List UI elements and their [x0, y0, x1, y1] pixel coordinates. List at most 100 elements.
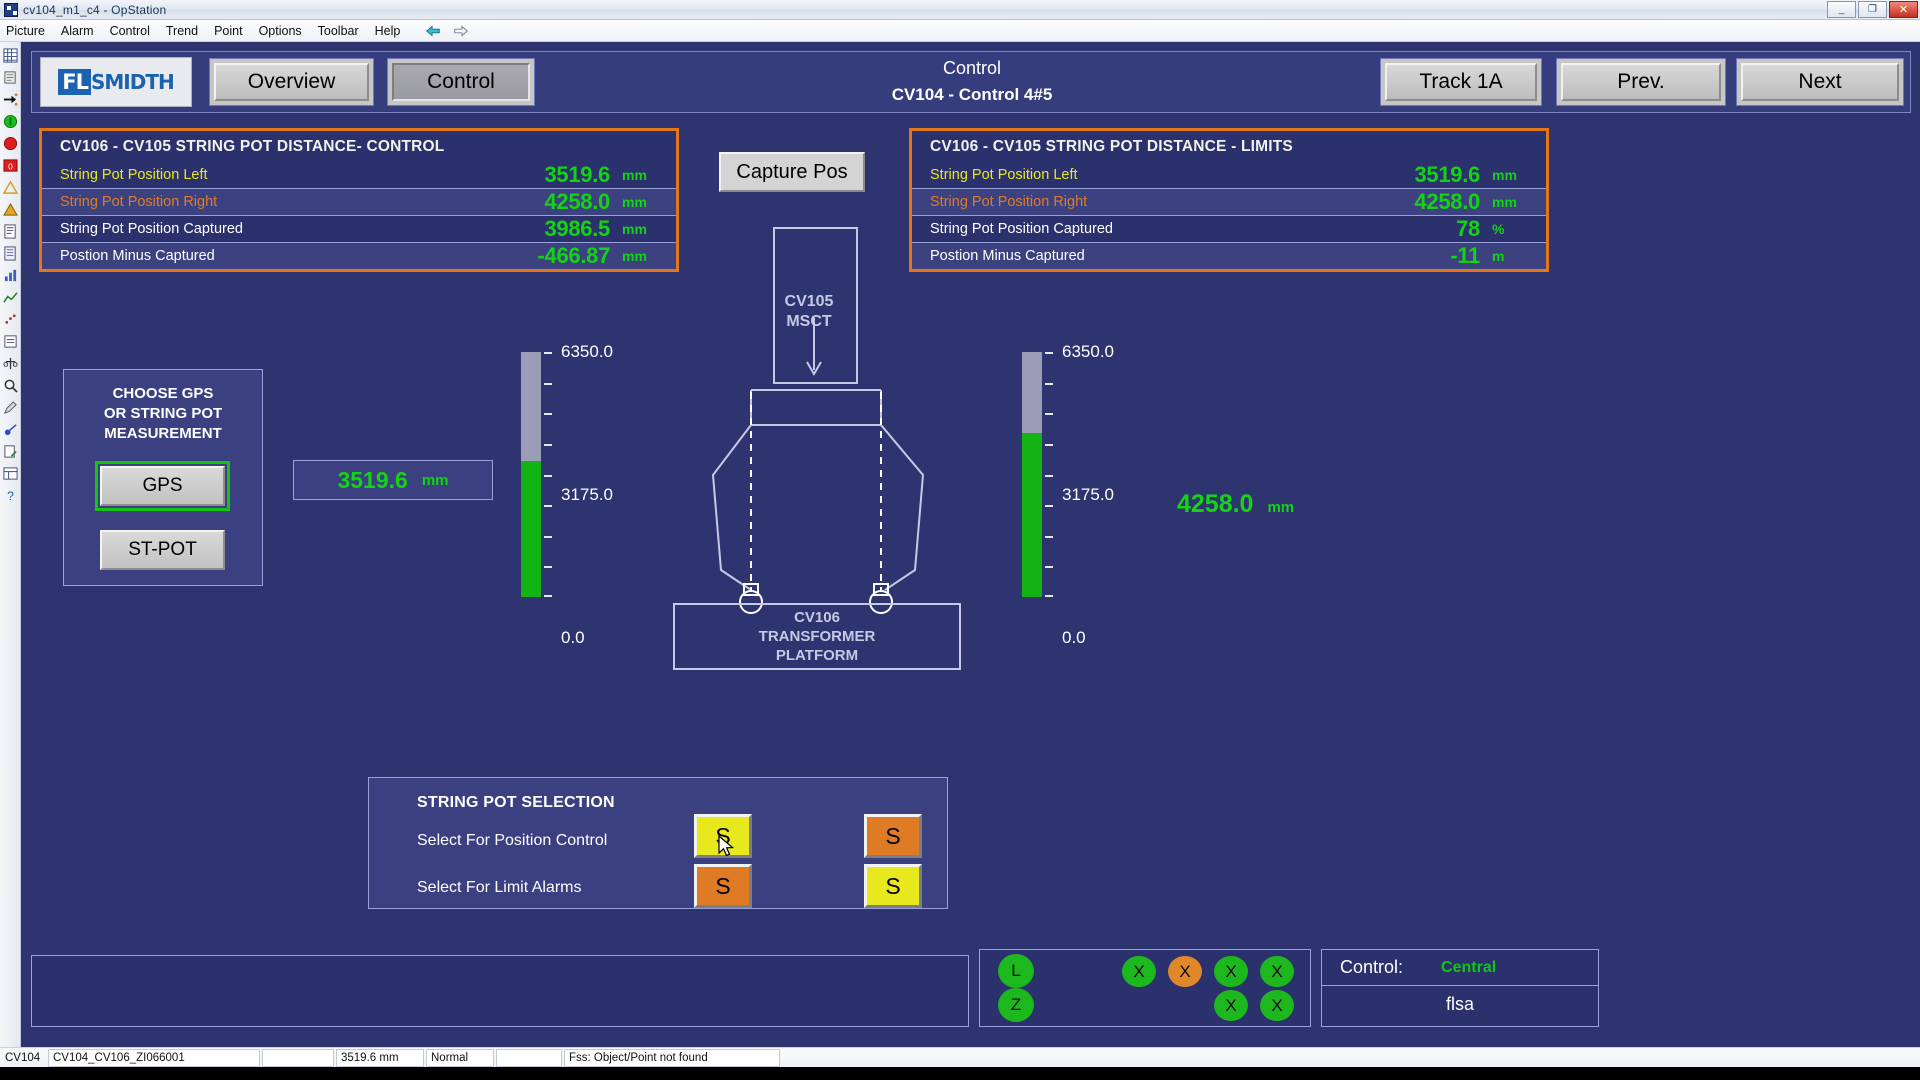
limit-alarms-left-select-button[interactable]: S [694, 864, 752, 908]
mouse-cursor-icon [718, 835, 735, 857]
indicator-Z[interactable]: Z [998, 988, 1034, 1022]
sbtn-label: S [715, 872, 731, 899]
status-blank-2 [496, 1048, 562, 1067]
left-position-readout: 3519.6 mm [293, 460, 493, 500]
hmi-header: FL SMIDTH Overview Control Control CV104… [31, 51, 1911, 113]
document-icon[interactable] [3, 70, 18, 85]
menu-item-toolbar[interactable]: Toolbar [318, 24, 359, 38]
right-readout-value: 4258.0 [1177, 490, 1254, 518]
back-arrow-icon[interactable] [424, 24, 442, 38]
prev-button[interactable]: Prev. [1556, 58, 1726, 106]
row-label: String Pot Position Captured [60, 221, 243, 237]
sbtn-label: S [885, 822, 901, 849]
status-area: CV104 [5, 1051, 41, 1064]
status-value: 3519.6 mm [336, 1048, 424, 1067]
forward-arrow-icon[interactable] [452, 24, 470, 38]
close-button[interactable]: ✕ [1889, 1, 1918, 18]
chart-scatter-icon[interactable] [3, 312, 18, 327]
status-indicators-panel: L Z X X X X X X [979, 949, 1311, 1027]
next-button[interactable]: Next [1736, 58, 1904, 106]
indicator-x-4[interactable]: X [1260, 956, 1294, 987]
control-mode-value: Central [1441, 958, 1497, 976]
balance-icon[interactable] [2, 356, 18, 371]
indicator-x-1[interactable]: X [1122, 956, 1156, 987]
row-label: Postion Minus Captured [60, 248, 215, 264]
indicator-x-3[interactable]: X [1214, 956, 1248, 987]
menu-item-point[interactable]: Point [214, 24, 243, 38]
limits-panel-title: CV106 - CV105 STRING POT DISTANCE - LIMI… [930, 138, 1293, 155]
measurement-panel-title: CHOOSE GPS OR STRING POT MEASUREMENT [64, 370, 262, 444]
indicator-x-6-label: X [1271, 995, 1283, 1015]
next-label: Next [1798, 70, 1842, 93]
right-position-readout: 4258.0 mm [1177, 490, 1294, 519]
edit-note-icon[interactable] [3, 444, 18, 459]
row-label: String Pot Position Left [60, 166, 208, 183]
left-gauge-min-label: 0.0 [561, 628, 585, 647]
capture-pos-button[interactable]: Capture Pos [719, 152, 865, 192]
mcst-label-line1: CV105 [784, 293, 834, 310]
right-gauge-ticks [1042, 352, 1053, 597]
alarm-critical-icon[interactable] [2, 202, 18, 217]
left-gauge-mid-label: 3175.0 [561, 485, 613, 504]
report-icon[interactable] [3, 224, 18, 239]
right-gauge-mid-label: 3175.0 [1062, 485, 1114, 504]
track-1a-button[interactable]: Track 1A [1380, 58, 1542, 106]
string-pot-selection-panel: STRING POT SELECTION Select For Position… [368, 777, 948, 909]
indicator-L[interactable]: L [998, 954, 1034, 988]
window-titlebar: cv104_m1_c4 - OpStation _ ❐ ✕ [0, 0, 1920, 20]
log-icon[interactable] [3, 246, 18, 261]
search-icon[interactable] [3, 378, 18, 393]
chart-bar-icon[interactable] [3, 268, 18, 283]
maximize-button[interactable]: ❐ [1858, 1, 1887, 18]
menu-item-help[interactable]: Help [375, 24, 401, 38]
minimize-button[interactable]: _ [1827, 1, 1856, 18]
mcst-label-line2: MSCT [786, 313, 832, 330]
svg-text:0: 0 [8, 161, 13, 171]
menu-item-control[interactable]: Control [110, 24, 150, 38]
svg-text:?: ? [7, 489, 14, 503]
menu-item-trend[interactable]: Trend [166, 24, 198, 38]
mcst-label: CV105 MSCT [774, 292, 844, 332]
trend-arrow-icon[interactable] [3, 92, 18, 107]
status-ok-icon[interactable] [3, 114, 18, 129]
row-label: String Pot Position Right [60, 194, 218, 210]
track-1a-label: Track 1A [1419, 70, 1503, 93]
row-value: -11 [1450, 243, 1480, 268]
point-marker-icon[interactable] [3, 422, 18, 437]
indicator-x-6[interactable]: X [1260, 990, 1294, 1021]
chart-line-icon[interactable] [2, 290, 18, 305]
row-value: -466.87 [537, 243, 610, 268]
alarm-warning-icon[interactable] [2, 180, 18, 195]
pencil-icon[interactable] [3, 400, 18, 415]
left-readout-unit: mm [421, 471, 449, 489]
row-label: String Pot Position Left [930, 166, 1078, 183]
row-label: String Pot Position Right [930, 194, 1088, 210]
indicator-x-5[interactable]: X [1214, 990, 1248, 1021]
row-value: 3986.5 [544, 216, 611, 241]
right-gauge-fill [1022, 432, 1042, 597]
control-mode-panel: Control: Central flsa [1321, 949, 1599, 1027]
status-blank-1 [262, 1048, 334, 1067]
st-pot-button[interactable]: ST-POT [100, 530, 225, 570]
logged-user-value: flsa [1445, 994, 1474, 1014]
alarm-red-icon[interactable] [3, 136, 18, 151]
menu-item-picture[interactable]: Picture [6, 24, 45, 38]
indicator-x-2[interactable]: X [1168, 956, 1202, 987]
window-layout-icon[interactable] [2, 466, 18, 481]
table-row: String Pot Position Left 3519.6 mm [42, 161, 676, 188]
measurement-title-line1: CHOOSE GPS [112, 385, 214, 402]
table-row: String Pot Position Right 4258.0 mm [912, 188, 1546, 215]
left-toolbar: 0 ? [0, 42, 21, 1047]
note-icon[interactable] [3, 334, 18, 349]
help-question-icon[interactable]: ? [3, 488, 18, 503]
indicator-x-4-label: X [1271, 961, 1283, 981]
position-control-right-select-button[interactable]: S [864, 814, 922, 858]
menu-item-alarm[interactable]: Alarm [61, 24, 94, 38]
grid-table-icon[interactable] [2, 48, 18, 63]
limit-alarms-right-select-button[interactable]: S [864, 864, 922, 908]
measurement-source-panel: CHOOSE GPS OR STRING POT MEASUREMENT GPS… [63, 369, 263, 586]
gps-button[interactable]: GPS [100, 466, 225, 506]
menu-item-options[interactable]: Options [259, 24, 302, 38]
alarm-counter-icon[interactable]: 0 [2, 158, 18, 173]
left-gauge-ticks [541, 352, 552, 597]
